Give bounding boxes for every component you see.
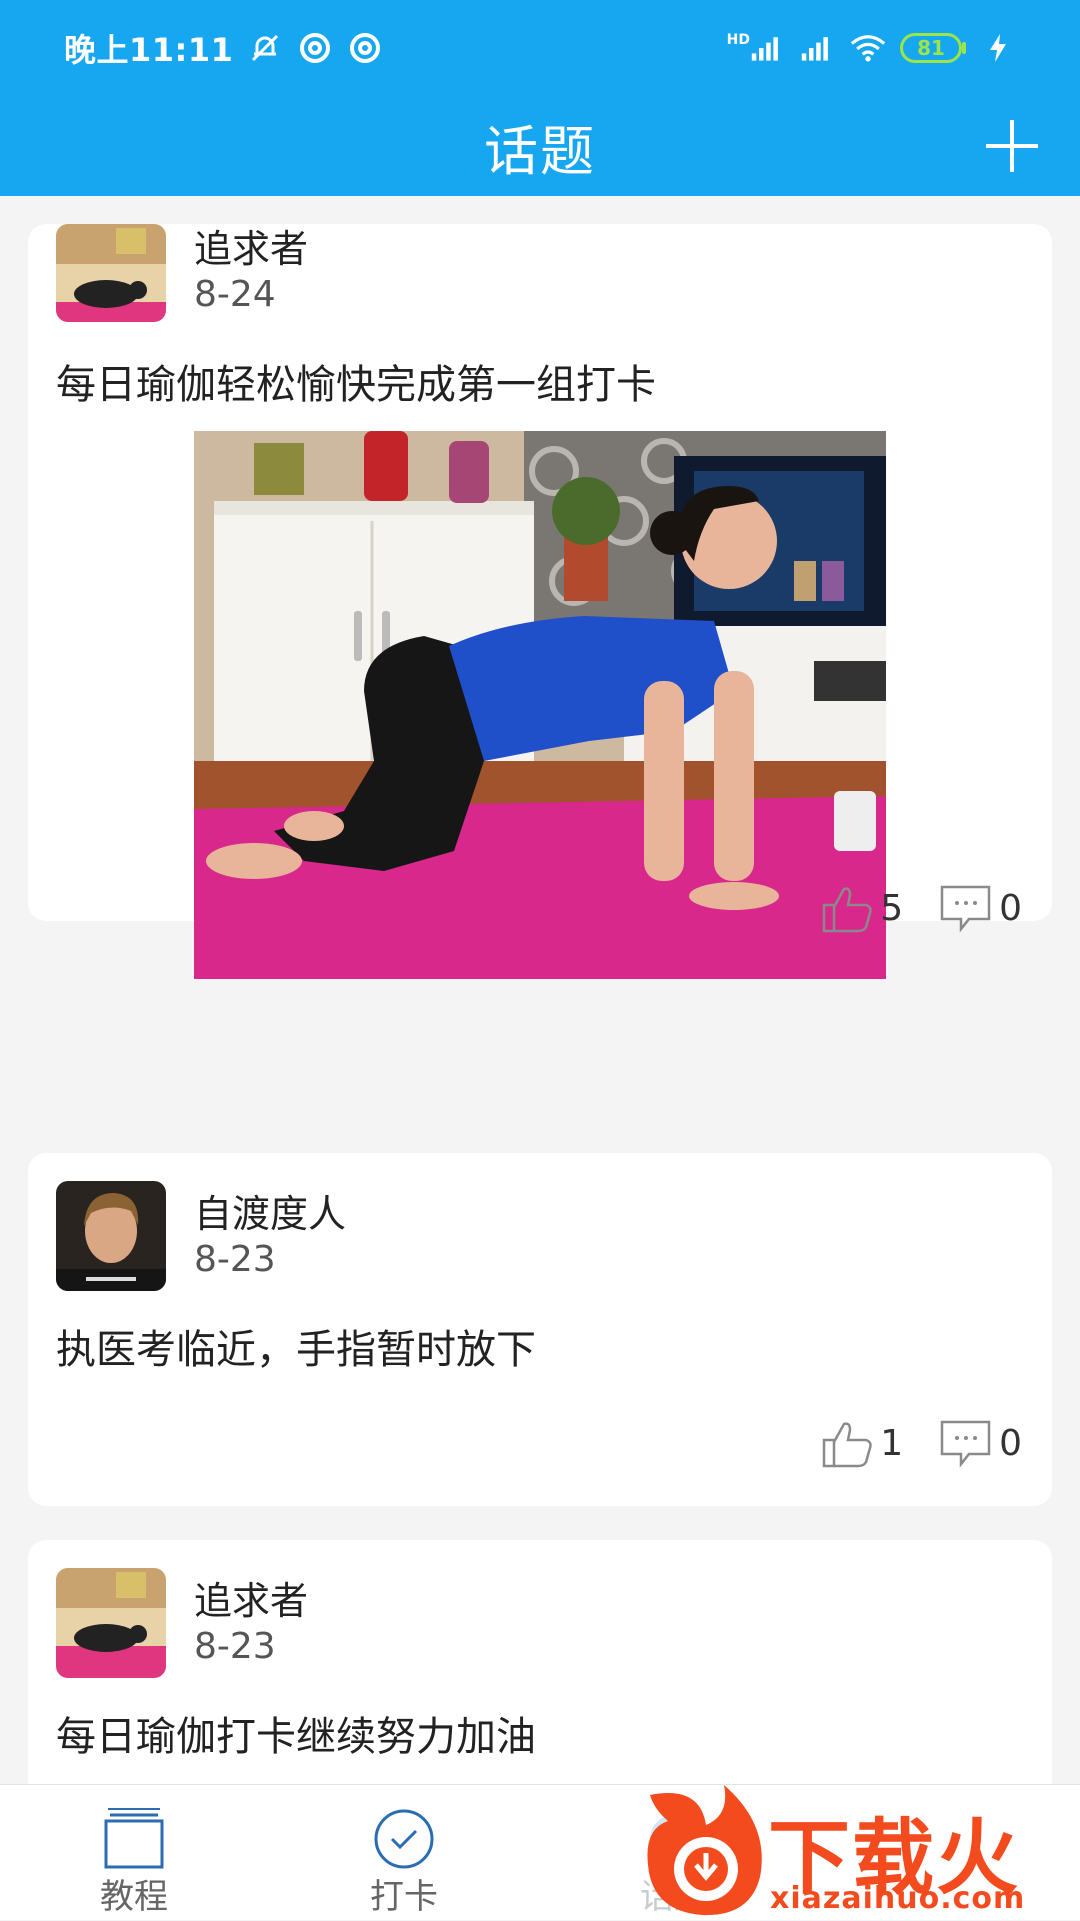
post-card[interactable]: 自渡度人 8-23 执医考临近，手指暂时放下 1 0: [28, 1153, 1052, 1506]
post-date: 8-23: [194, 1626, 276, 1667]
comment-count: 0: [999, 887, 1022, 929]
status-time: 晚上11:11: [64, 31, 234, 69]
topic-feed[interactable]: 追求者 8-24 每日瑜伽轻松愉快完成第一组打卡 5 0 自渡度人 8-23 执…: [0, 196, 1080, 1784]
battery-icon: 81: [900, 33, 962, 63]
battery-tip: [962, 42, 966, 54]
post-username[interactable]: 追求者: [194, 218, 308, 273]
post-text: 执医考临近，手指暂时放下: [56, 1327, 536, 1373]
wifi-icon: [850, 30, 886, 66]
comment-count: 0: [999, 1422, 1022, 1464]
post-text: 每日瑜伽打卡继续努力加油: [56, 1714, 536, 1760]
title-bar: 话题: [0, 96, 1080, 196]
thumbs-up-icon: [822, 887, 872, 933]
add-topic-button[interactable]: [974, 108, 1050, 184]
post-date: 8-23: [194, 1239, 276, 1280]
post-text: 每日瑜伽轻松愉快完成第一组打卡: [56, 362, 656, 408]
signal-icon: [750, 30, 786, 66]
post-card[interactable]: 追求者 8-23 每日瑜伽打卡继续努力加油: [28, 1540, 1052, 1784]
mute-bell-icon: [247, 30, 283, 66]
comment-icon: [940, 1420, 991, 1468]
watermark-logo: 下载火 xiazaihuo.com: [640, 1781, 1080, 1921]
post-date: 8-24: [194, 274, 276, 315]
like-button[interactable]: 1: [820, 1416, 903, 1470]
book-icon: [104, 1808, 164, 1869]
tab-label: 教程: [100, 1877, 168, 1917]
tab-checkin[interactable]: 打卡: [304, 1785, 504, 1921]
tab-tutorial[interactable]: 教程: [34, 1785, 234, 1921]
status-bar: 晚上11:11 HD 81: [0, 0, 1080, 96]
post-actions: 1 0: [820, 1416, 1022, 1470]
like-count: 5: [880, 887, 904, 929]
tab-label: 打卡: [370, 1877, 438, 1917]
avatar[interactable]: [56, 1181, 166, 1291]
post-photo[interactable]: [194, 431, 886, 979]
post-username[interactable]: 追求者: [194, 1570, 308, 1625]
like-count: 1: [880, 1422, 904, 1464]
page-title: 话题: [484, 119, 596, 183]
comment-button[interactable]: 0: [939, 883, 1022, 933]
check-circle-icon: [374, 1809, 434, 1869]
comment-button[interactable]: 0: [939, 1418, 1022, 1468]
watermark-url: xiazaihuo.com: [770, 1881, 1026, 1916]
comment-icon: [940, 885, 991, 933]
bottom-tab-bar: 教程 打卡 话题 下载火 xiazaihuo.com: [0, 1784, 1080, 1920]
battery-level: 81: [917, 36, 945, 60]
plus-icon: [986, 120, 1038, 172]
avatar[interactable]: [56, 1568, 166, 1678]
post-card[interactable]: 追求者 8-24 每日瑜伽轻松愉快完成第一组打卡 5 0: [28, 224, 1052, 979]
thumbs-up-icon: [822, 1422, 872, 1468]
post-username[interactable]: 自渡度人: [194, 1183, 346, 1238]
like-button[interactable]: 5: [820, 881, 903, 935]
app-notification-icon: [297, 30, 333, 66]
avatar[interactable]: [56, 224, 166, 322]
post-actions: 5 0: [820, 881, 1022, 935]
app-notification-icon: [347, 30, 383, 66]
signal-icon: [800, 30, 836, 66]
charging-icon: [980, 30, 1016, 66]
hd-label: HD: [726, 32, 750, 48]
flame-logo-icon: [647, 1785, 762, 1916]
